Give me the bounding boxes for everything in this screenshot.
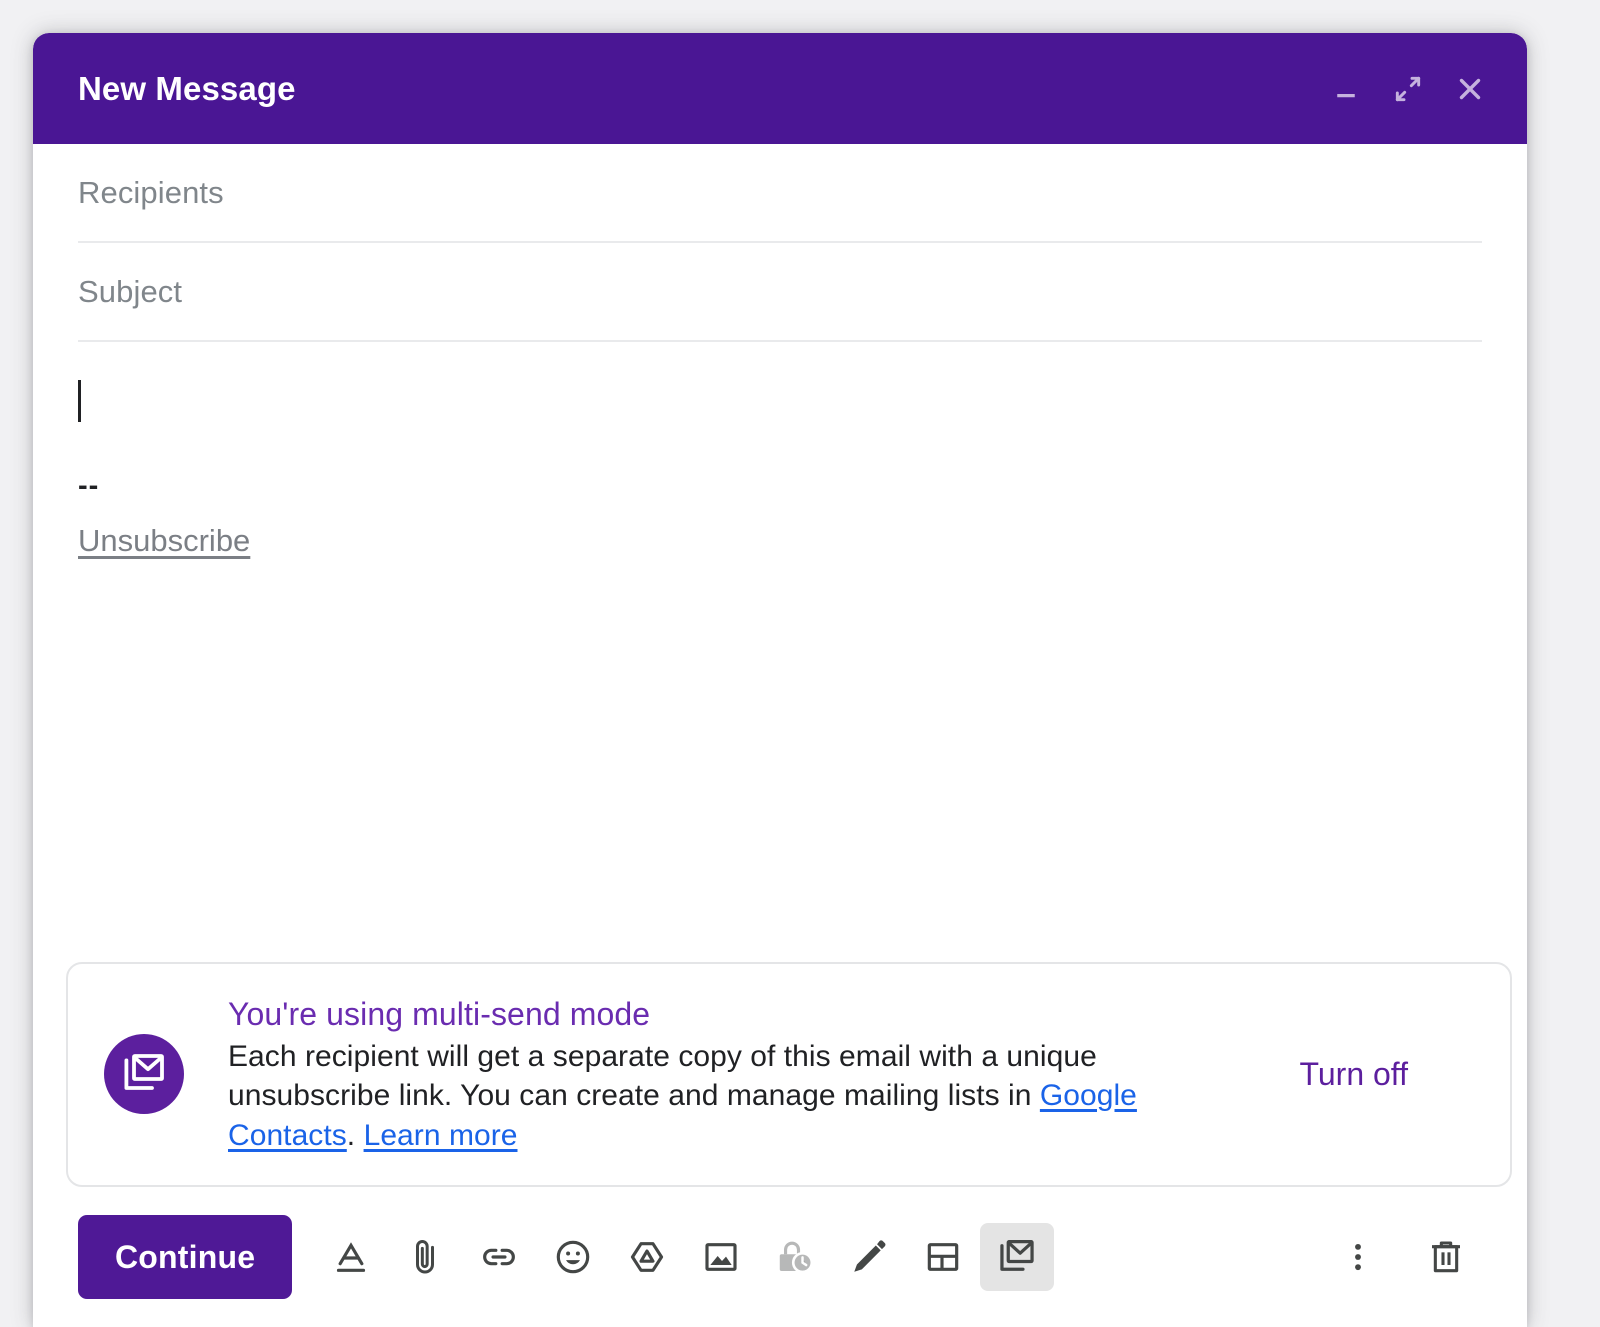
close-button[interactable] [1439, 58, 1501, 120]
recipients-placeholder: Recipients [78, 174, 224, 210]
multi-send-description: Each recipient will get a separate copy … [228, 1037, 1228, 1155]
trash-icon [1432, 1241, 1460, 1273]
unsubscribe-link[interactable]: Unsubscribe [78, 523, 250, 559]
multi-send-toggle-icon [1000, 1239, 1034, 1271]
attach-file-button[interactable] [388, 1223, 462, 1291]
subject-field[interactable]: Subject [78, 243, 1482, 342]
multi-send-heading: You're using multi-send mode [228, 995, 651, 1032]
compose-window: New Message Recipients Subject -- Unsubs… [33, 33, 1527, 1327]
compose-toolbar: Continue [33, 1187, 1527, 1327]
insert-signature-icon [854, 1240, 886, 1272]
expand-button[interactable] [1377, 58, 1439, 120]
minimize-button[interactable] [1315, 58, 1377, 120]
signature-separator: -- [78, 470, 100, 502]
insert-drive-file-button[interactable] [610, 1223, 684, 1291]
confidential-mode-icon [780, 1241, 814, 1274]
multi-send-description-part2: . [346, 1118, 364, 1152]
multi-send-glyph-icon [124, 1054, 164, 1091]
toolbar-icon-group [314, 1223, 1055, 1291]
insert-emoji-icon [556, 1240, 590, 1274]
discard-draft-button[interactable] [1409, 1223, 1483, 1291]
expand-icon [1395, 76, 1421, 101]
multi-send-text-block: You're using multi-send mode Each recipi… [228, 994, 1258, 1155]
multi-send-toggle-button[interactable] [980, 1223, 1055, 1291]
minimize-icon [1337, 93, 1355, 97]
text-cursor [78, 380, 81, 422]
more-options-button[interactable] [1321, 1223, 1395, 1291]
insert-link-icon [483, 1248, 516, 1266]
insert-photo-icon [705, 1243, 737, 1271]
formatting-options-icon [337, 1242, 366, 1272]
insert-photo-button[interactable] [684, 1223, 758, 1291]
learn-more-link[interactable]: Learn more [364, 1119, 518, 1152]
page-title: New Message [78, 69, 296, 107]
attach-file-icon [416, 1240, 435, 1274]
insert-signature-button[interactable] [832, 1223, 906, 1291]
insert-template-icon [927, 1243, 959, 1271]
insert-emoji-button[interactable] [536, 1223, 610, 1291]
message-body[interactable]: -- Unsubscribe [33, 342, 1527, 962]
compose-window-header: New Message [33, 33, 1527, 144]
turn-off-button[interactable]: Turn off [1300, 1056, 1409, 1093]
insert-link-button[interactable] [462, 1223, 536, 1291]
formatting-options-button[interactable] [314, 1223, 388, 1291]
toolbar-right-group [1321, 1223, 1483, 1291]
insert-drive-file-icon [631, 1242, 664, 1272]
more-options-icon [1355, 1243, 1361, 1271]
multi-send-icon [104, 1034, 184, 1115]
continue-button[interactable]: Continue [78, 1215, 293, 1299]
recipients-field[interactable]: Recipients [78, 144, 1482, 243]
insert-template-button[interactable] [906, 1223, 980, 1291]
multi-send-info-card: You're using multi-send mode Each recipi… [66, 961, 1512, 1187]
multi-send-description-part1: Each recipient will get a separate copy … [228, 1040, 1097, 1113]
subject-placeholder: Subject [78, 273, 183, 309]
confidential-mode-button [758, 1223, 832, 1291]
close-icon [1459, 78, 1481, 99]
